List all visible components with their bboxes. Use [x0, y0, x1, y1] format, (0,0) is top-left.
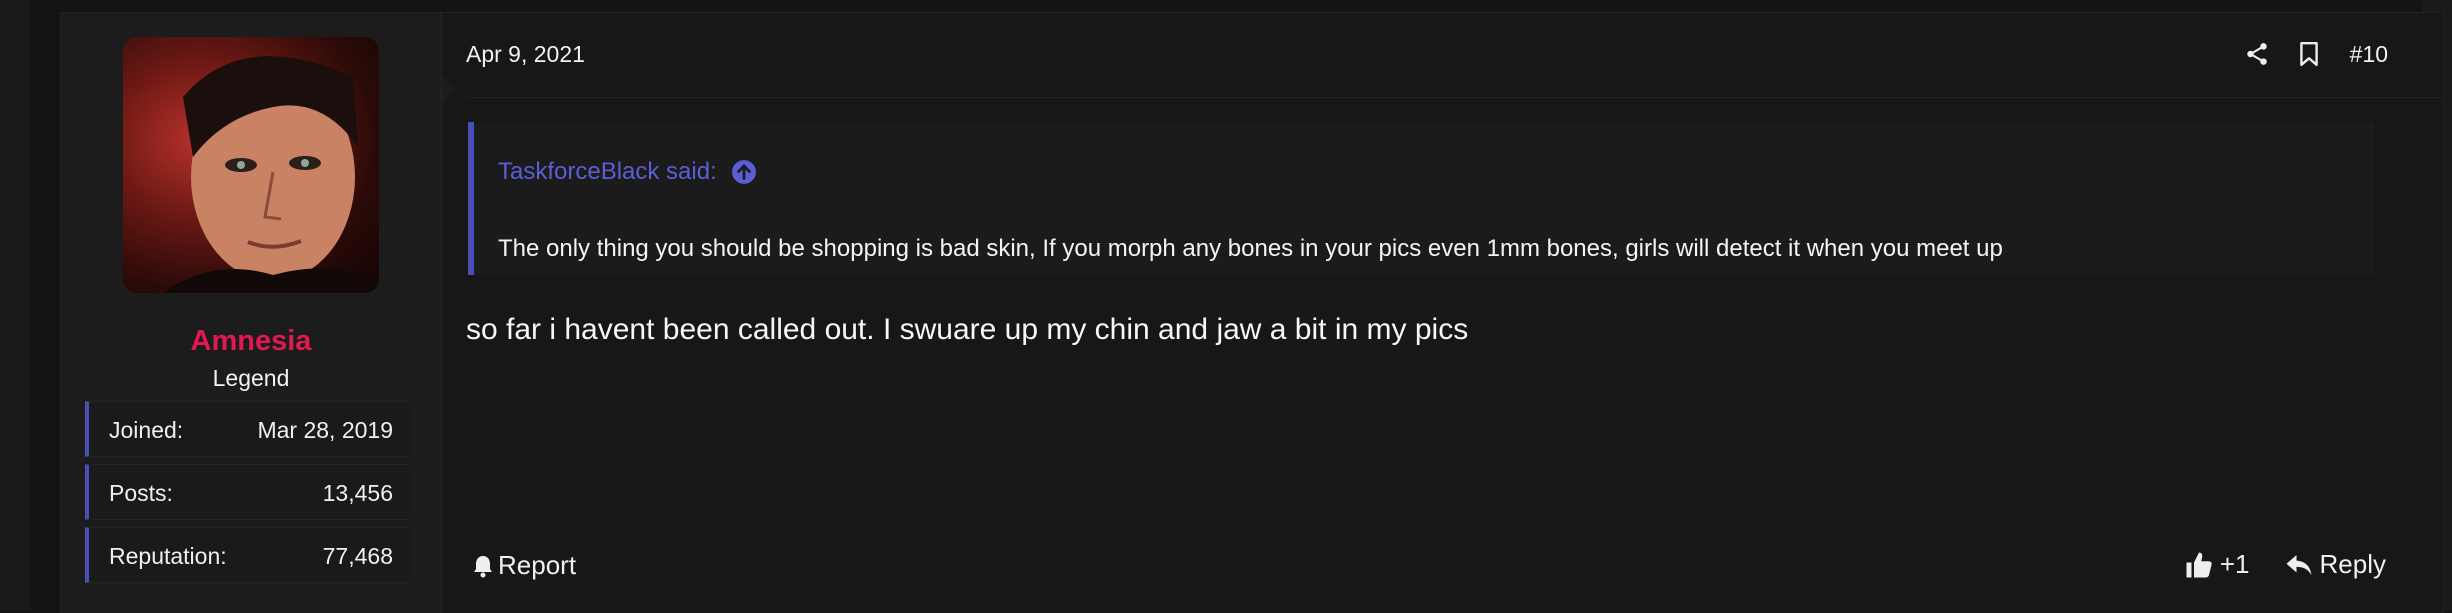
post-footer-actions: +1 Reply: [2184, 549, 2386, 580]
reply-button[interactable]: Reply: [2284, 549, 2386, 580]
like-count: +1: [2219, 549, 2250, 579]
forum-post: Amnesia Legend Joined: Mar 28, 2019 Post…: [60, 12, 2444, 613]
stat-joined: Joined: Mar 28, 2019: [85, 401, 411, 457]
avatar[interactable]: [123, 37, 379, 293]
post-message: so far i havent been called out. I swuar…: [466, 313, 1469, 346]
post-content: Apr 9, 2021 #10 TaskforceBlack said: The…: [442, 13, 2442, 613]
stat-posts: Posts: 13,456: [85, 464, 411, 520]
stat-label: Posts:: [109, 480, 173, 506]
header-divider: [466, 97, 2442, 98]
reply-label: Reply: [2319, 549, 2386, 579]
username[interactable]: Amnesia: [61, 325, 441, 358]
stat-reputation: Reputation: 77,468: [85, 527, 411, 583]
quote-author: TaskforceBlack said:: [498, 158, 717, 185]
bell-icon: [472, 554, 494, 578]
bookmark-icon[interactable]: [2294, 39, 2324, 69]
arrow-up-circle-icon[interactable]: [731, 159, 757, 185]
report-label: Report: [498, 550, 577, 580]
user-title: Legend: [212, 365, 290, 391]
post-header-actions: #10: [2220, 37, 2388, 71]
stat-value: 77,468: [322, 543, 393, 569]
page-edge-left: [0, 0, 30, 610]
post-date[interactable]: Apr 9, 2021: [466, 41, 585, 68]
quote-text: The only thing you should be shopping is…: [498, 235, 2003, 262]
user-info-panel: Amnesia Legend Joined: Mar 28, 2019 Post…: [61, 13, 442, 613]
stat-label: Reputation:: [109, 543, 227, 569]
avatar-image: [163, 56, 379, 293]
quote-author-link[interactable]: TaskforceBlack said:: [498, 158, 757, 186]
stat-value: Mar 28, 2019: [257, 417, 393, 443]
share-icon[interactable]: [2242, 39, 2272, 69]
thumbs-up-icon: [2184, 550, 2214, 580]
report-button[interactable]: Report: [472, 550, 576, 581]
like-button[interactable]: +1: [2184, 549, 2250, 580]
stat-label: Joined:: [109, 417, 184, 443]
post-number[interactable]: #10: [2350, 41, 2388, 68]
quote-block: TaskforceBlack said: The only thing you …: [468, 122, 2374, 275]
reply-arrow-icon: [2284, 550, 2314, 580]
stat-value: 13,456: [322, 480, 393, 506]
